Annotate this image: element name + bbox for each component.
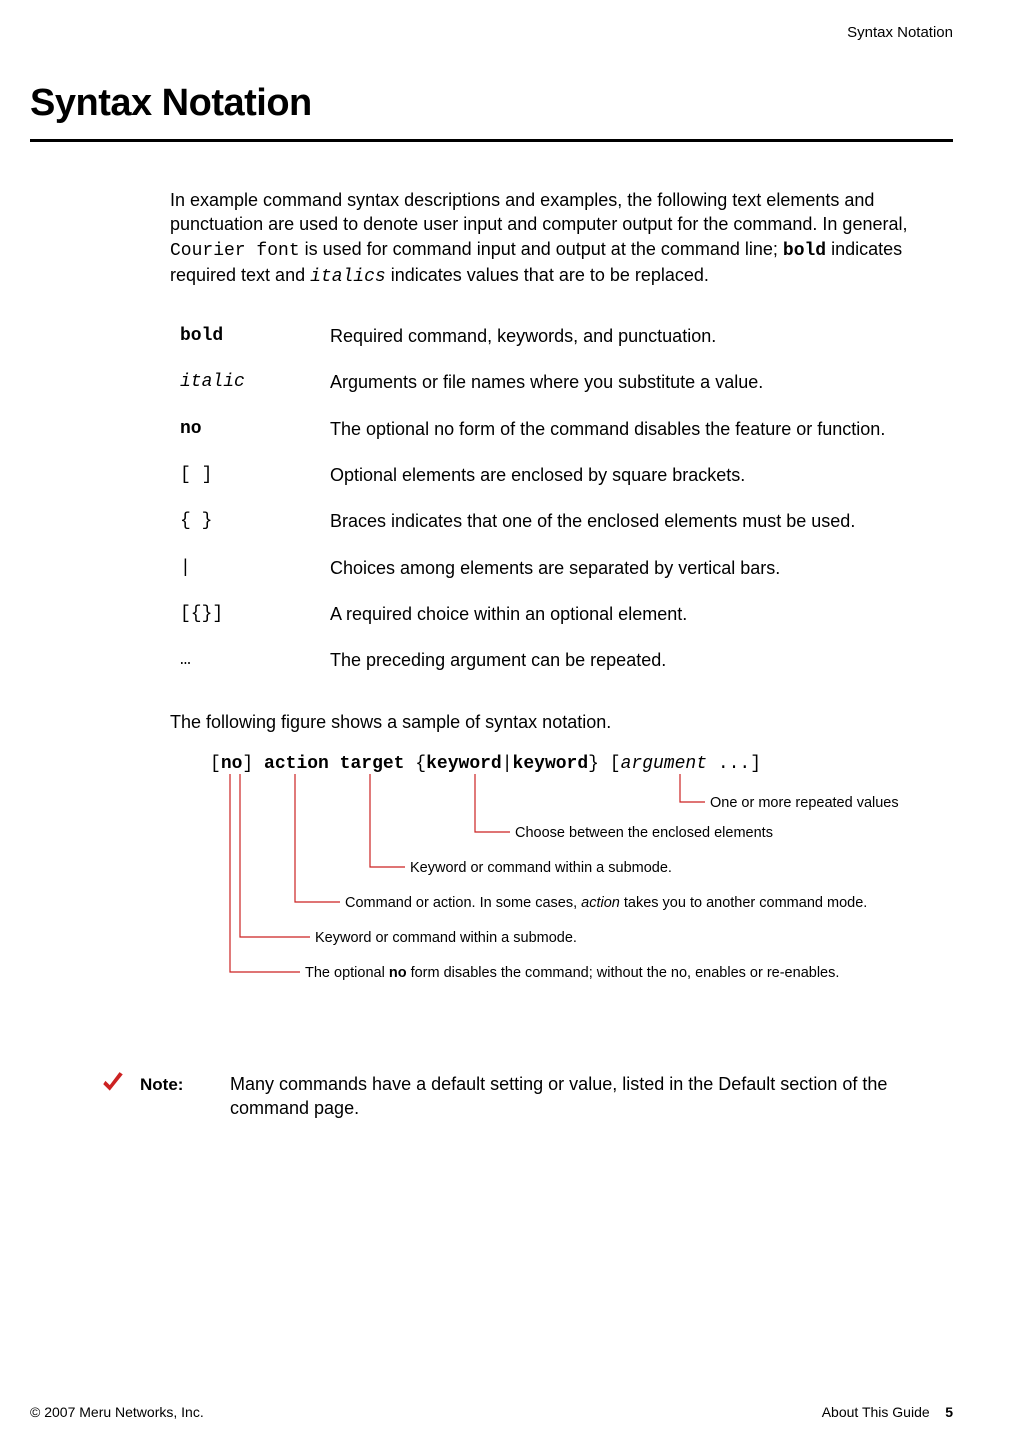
footer-copyright: © 2007 Meru Networks, Inc. xyxy=(30,1404,204,1420)
note-block: Note: Many commands have a default setti… xyxy=(130,1072,953,1121)
annotation-keyword2: Keyword or command within a submode. xyxy=(315,929,577,949)
notation-symbol: { } xyxy=(180,498,330,544)
notation-description: Required command, keywords, and punctuat… xyxy=(330,313,885,359)
annotation-keyword: Keyword or command within a submode. xyxy=(410,859,672,879)
notation-symbol: no xyxy=(180,406,330,452)
annotation-no-a: The optional xyxy=(305,965,389,981)
footer-page-number: 5 xyxy=(945,1404,953,1420)
intro-italics: italics xyxy=(310,267,386,287)
notation-symbol: italic xyxy=(180,359,330,405)
running-header: Syntax Notation xyxy=(847,24,953,41)
content-area: In example command syntax descriptions a… xyxy=(170,188,953,1120)
following-figure-text: The following figure shows a sample of s… xyxy=(170,710,953,734)
intro-paragraph: In example command syntax descriptions a… xyxy=(170,188,953,289)
table-row: italicArguments or file names where you … xyxy=(180,359,885,405)
title-rule xyxy=(30,139,953,142)
notation-table: boldRequired command, keywords, and punc… xyxy=(180,313,885,683)
notation-description: The optional no form of the command disa… xyxy=(330,406,885,452)
table-row: boldRequired command, keywords, and punc… xyxy=(180,313,885,359)
annotation-repeated: One or more repeated values xyxy=(710,794,899,814)
annotation-no-c: form disables the command; without the n… xyxy=(407,965,840,981)
notation-symbol: bold xyxy=(180,313,330,359)
page-title: Syntax Notation xyxy=(30,82,953,125)
annotation-no: The optional no form disables the comman… xyxy=(305,964,839,984)
annotation-no-b: no xyxy=(389,965,407,981)
intro-courier: Courier font xyxy=(170,241,300,261)
syntax-diagram: [no] action target {keyword|keyword} [ar… xyxy=(210,752,953,1022)
footer-right: About This Guide 5 xyxy=(822,1404,953,1420)
check-icon xyxy=(100,1070,126,1096)
notation-description: The preceding argument can be repeated. xyxy=(330,637,885,683)
intro-text-d: indicates values that are to be replaced… xyxy=(386,265,709,285)
notation-description: Optional elements are enclosed by square… xyxy=(330,452,885,498)
notation-description: Arguments or file names where you substi… xyxy=(330,359,885,405)
annotation-choose: Choose between the enclosed elements xyxy=(515,824,773,844)
intro-text-a: In example command syntax descriptions a… xyxy=(170,190,907,234)
table-row: …The preceding argument can be repeated. xyxy=(180,637,885,683)
table-row: [ ]Optional elements are enclosed by squ… xyxy=(180,452,885,498)
intro-text-b: is used for command input and output at … xyxy=(300,239,783,259)
notation-symbol: [ ] xyxy=(180,452,330,498)
note-label: Note: xyxy=(140,1074,183,1097)
notation-description: Braces indicates that one of the enclose… xyxy=(330,498,885,544)
page-footer: © 2007 Meru Networks, Inc. About This Gu… xyxy=(30,1404,953,1420)
annotation-action-em: action xyxy=(581,895,620,911)
footer-section: About This Guide xyxy=(822,1404,930,1420)
notation-description: A required choice within an optional ele… xyxy=(330,591,885,637)
annotation-action: Command or action. In some cases, action… xyxy=(345,894,867,914)
table-row: noThe optional no form of the command di… xyxy=(180,406,885,452)
annotation-action-b: takes you to another command mode. xyxy=(620,895,867,911)
intro-bold: bold xyxy=(783,241,826,261)
notation-symbol: | xyxy=(180,545,330,591)
notation-description: Choices among elements are separated by … xyxy=(330,545,885,591)
notation-symbol: … xyxy=(180,637,330,683)
table-row: |Choices among elements are separated by… xyxy=(180,545,885,591)
annotation-action-a: Command or action. In some cases, xyxy=(345,895,581,911)
notation-symbol: [{}] xyxy=(180,591,330,637)
note-text: Many commands have a default setting or … xyxy=(230,1072,953,1121)
table-row: { }Braces indicates that one of the encl… xyxy=(180,498,885,544)
table-row: [{}]A required choice within an optional… xyxy=(180,591,885,637)
